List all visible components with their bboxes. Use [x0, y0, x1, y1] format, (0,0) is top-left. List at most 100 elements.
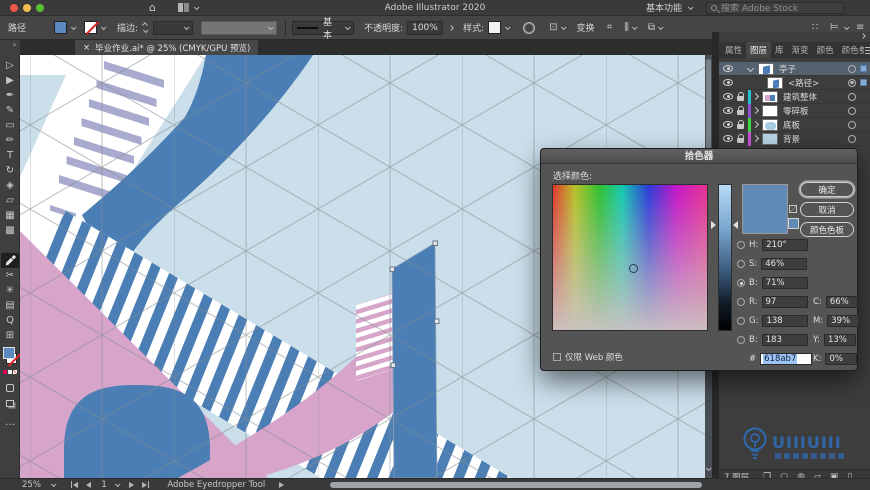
toolbar-collapse-button[interactable]: » — [0, 40, 20, 55]
opacity-value-field[interactable]: 100% — [407, 20, 444, 35]
hue-field[interactable]: 210° — [762, 239, 809, 251]
brightness-row[interactable]: B: 71% — [737, 277, 808, 289]
selection-tool[interactable]: ▷ — [1, 58, 19, 73]
artboard-chevron-icon[interactable] — [114, 480, 121, 487]
expand-chevron-icon[interactable] — [751, 134, 760, 143]
align-chevron-icon[interactable] — [631, 23, 638, 30]
brightness-radio[interactable] — [737, 279, 745, 287]
scissors-tool[interactable]: ✂ — [1, 268, 19, 283]
last-artboard-icon[interactable] — [141, 481, 147, 488]
layer-row-tingzi[interactable]: 亭子 — [719, 62, 870, 76]
layer-name[interactable]: 零碎板 — [783, 105, 848, 117]
screen-mode-button[interactable] — [1, 396, 19, 411]
expand-chevron-icon[interactable] — [751, 106, 760, 115]
visibility-eye-icon[interactable] — [723, 121, 733, 128]
target-circle-icon[interactable] — [848, 134, 856, 143]
artboard-tool[interactable]: ⊞ — [1, 328, 19, 343]
gradient-tool[interactable]: ▩ — [1, 223, 19, 238]
visibility-eye-icon[interactable] — [723, 135, 733, 142]
visibility-eye-icon[interactable] — [723, 79, 733, 86]
layer-name[interactable]: <路径> — [788, 77, 848, 89]
yellow-field[interactable]: 13% — [823, 334, 856, 346]
symbol-sprayer-tool[interactable]: ✳ — [1, 283, 19, 298]
cancel-button[interactable]: 取消 — [800, 202, 854, 217]
slider-left-arrow-icon[interactable] — [711, 221, 716, 229]
saturation-field[interactable]: 46% — [761, 258, 808, 270]
brightness-slider[interactable] — [718, 184, 732, 331]
fill-color-swatch[interactable] — [54, 21, 68, 34]
web-only-row[interactable]: 仅限 Web 颜色 — [553, 351, 623, 363]
blue-radio[interactable] — [737, 336, 745, 344]
panel-collapse-icon[interactable] — [860, 33, 866, 39]
saturation-radio[interactable] — [737, 260, 745, 268]
target-circle-icon[interactable] — [848, 120, 856, 129]
target-circle-icon[interactable] — [848, 78, 856, 87]
mesh-tool[interactable]: ▦ — [1, 208, 19, 223]
eraser-tool[interactable]: ◈ — [1, 178, 19, 193]
layer-row-lingsuiban[interactable]: 零碎板 — [719, 103, 870, 118]
panel-menu-icon[interactable] — [864, 46, 870, 54]
lock-icon[interactable] — [737, 134, 744, 143]
expand-chevron-icon[interactable] — [751, 92, 760, 101]
red-radio[interactable] — [737, 298, 745, 306]
selection-square[interactable] — [860, 79, 867, 86]
fill-chevron-icon[interactable] — [70, 23, 77, 30]
tab-close-icon[interactable]: × — [83, 43, 90, 53]
tab-color[interactable]: 颜色 — [813, 42, 838, 58]
pen-tool[interactable]: ✒ — [1, 88, 19, 103]
target-circle-icon[interactable] — [848, 92, 856, 101]
red-field[interactable]: 97 — [761, 296, 808, 308]
arrange-documents-chevron-icon[interactable] — [193, 3, 200, 10]
blue-field[interactable]: 183 — [761, 334, 808, 346]
distribute-chevron-icon[interactable] — [843, 23, 850, 30]
zoom-level[interactable]: 25% — [22, 480, 41, 490]
layer-name[interactable]: 建筑整体 — [783, 91, 848, 103]
layer-row-jianzhu[interactable]: 建筑整体 — [719, 89, 870, 104]
opacity-expand-chevron-icon[interactable] — [448, 24, 454, 31]
rotate-tool[interactable]: ↻ — [1, 163, 19, 178]
previous-artboard-icon[interactable] — [86, 481, 92, 488]
type-tool[interactable]: T — [1, 148, 19, 163]
hex-field[interactable]: 618ab7 — [760, 353, 813, 365]
stroke-chevron-icon[interactable] — [100, 23, 107, 30]
stroke-style-dropdown[interactable]: 基本 — [292, 18, 355, 41]
document-setup-globe-icon[interactable] — [523, 21, 536, 34]
tab-libraries[interactable]: 库 — [771, 42, 788, 58]
web-only-checkbox[interactable] — [553, 353, 561, 361]
stroke-weight-stepper[interactable] — [142, 21, 149, 33]
artboard-number[interactable]: 1 — [101, 480, 106, 490]
hue-row[interactable]: H: 210° — [737, 239, 809, 251]
brush-definition-dropdown[interactable] — [201, 20, 278, 35]
horizontal-scrollbar[interactable] — [330, 482, 702, 488]
pathfinder-icon[interactable]: ⧉ — [648, 22, 655, 33]
target-circle-icon[interactable] — [848, 106, 856, 115]
hex-row[interactable]: # 618ab7 — [749, 353, 813, 365]
in-gamut-swatch[interactable] — [788, 218, 799, 229]
layer-name[interactable]: 背景 — [783, 133, 848, 145]
close-window-button[interactable] — [10, 3, 18, 12]
visibility-eye-icon[interactable] — [723, 93, 733, 100]
color-spectrum-field[interactable] — [552, 184, 708, 331]
workspace-switcher[interactable]: 基本功能 — [646, 1, 682, 14]
target-circle-icon[interactable] — [848, 64, 856, 73]
selection-square[interactable] — [860, 65, 867, 72]
gamut-warning-icon[interactable] — [789, 205, 797, 213]
eyedropper-tool[interactable] — [1, 253, 19, 268]
next-artboard-icon[interactable] — [128, 481, 134, 488]
layer-row-diban[interactable]: 底板 — [719, 117, 870, 132]
isolate-chevron-icon[interactable] — [560, 23, 567, 30]
saturation-row[interactable]: S: 46% — [737, 258, 808, 270]
zoom-tool[interactable]: Q — [1, 313, 19, 328]
magenta-field[interactable]: 39% — [827, 315, 860, 327]
ok-button[interactable]: 确定 — [800, 182, 854, 197]
layer-name[interactable]: 底板 — [783, 119, 848, 131]
lock-icon[interactable] — [737, 120, 744, 129]
visibility-eye-icon[interactable] — [723, 65, 733, 72]
green-field[interactable]: 138 — [762, 315, 809, 327]
expand-chevron-icon[interactable] — [751, 120, 760, 129]
tab-properties[interactable]: 属性 — [721, 42, 746, 58]
draw-mode-button[interactable] — [1, 380, 19, 395]
color-marker[interactable] — [629, 264, 638, 273]
color-mode-buttons[interactable] — [3, 370, 17, 374]
layer-row-beijing[interactable]: 背景 — [719, 131, 870, 146]
